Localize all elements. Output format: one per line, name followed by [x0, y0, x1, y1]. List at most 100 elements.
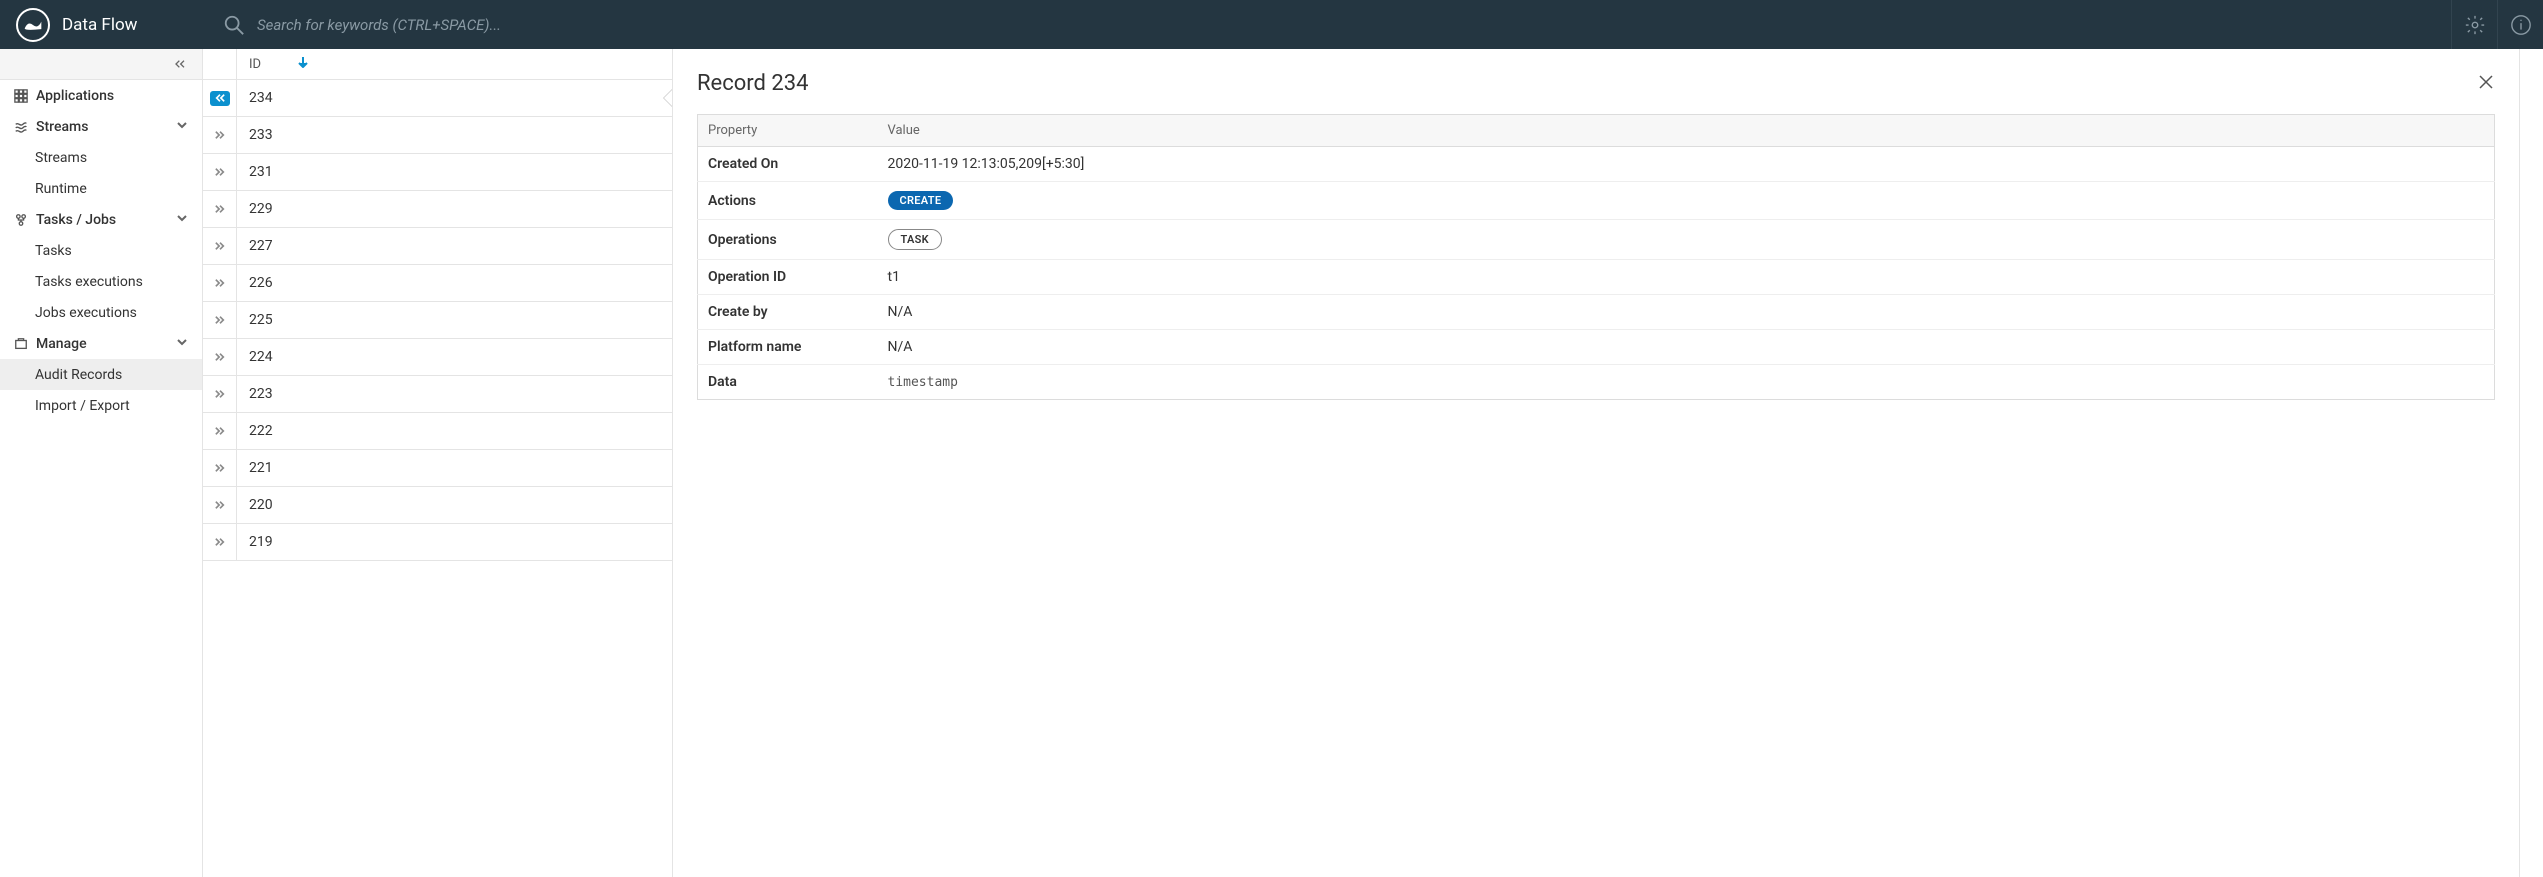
record-row[interactable]: 220 [203, 487, 672, 524]
sidebar-group-tasks-jobs[interactable]: Tasks / Jobs [0, 204, 202, 235]
prop-data-label: Data [698, 365, 878, 400]
app-header: Data Flow [0, 0, 2543, 49]
chevrons-right-icon [210, 128, 230, 143]
records-list: ID 234 233 231 229 227 226 225 224 223222 221 220 2… [203, 49, 673, 877]
sidebar-group-label: Streams [36, 119, 88, 135]
record-row[interactable]: 227 [203, 228, 672, 265]
sidebar-item-import-export[interactable]: Import / Export [0, 390, 202, 421]
record-row[interactable]: 234 [203, 80, 672, 117]
row-id: 234 [237, 90, 273, 106]
record-row[interactable]: 223 [203, 376, 672, 413]
row-id: 227 [237, 238, 273, 254]
stream-icon [14, 120, 28, 134]
row-id: 219 [237, 534, 273, 550]
close-icon [2477, 73, 2495, 91]
row-id: 220 [237, 497, 273, 513]
row-expander[interactable] [203, 487, 237, 523]
prop-platform-name-value: N/A [878, 330, 2495, 365]
tasks-icon [14, 213, 28, 227]
row-expander[interactable] [203, 265, 237, 301]
info-button[interactable] [2497, 0, 2543, 49]
sidebar-group-label: Manage [36, 336, 87, 352]
prop-create-by-value: N/A [878, 295, 2495, 330]
sort-desc-icon [297, 56, 309, 72]
detail-close-button[interactable] [2477, 73, 2495, 95]
record-row[interactable]: 226 [203, 265, 672, 302]
row-expander[interactable] [203, 117, 237, 153]
prop-actions-label: Actions [698, 182, 878, 220]
row-expander[interactable] [203, 339, 237, 375]
chevrons-right-icon [210, 535, 230, 550]
chevrons-right-icon [210, 239, 230, 254]
search-input[interactable] [257, 16, 1817, 34]
record-row[interactable]: 221 [203, 450, 672, 487]
row-expander[interactable] [203, 376, 237, 412]
th-value: Value [878, 115, 2495, 147]
right-gutter [2519, 49, 2543, 877]
settings-button[interactable] [2451, 0, 2497, 49]
column-id-label: ID [249, 57, 261, 72]
record-row[interactable]: 229 [203, 191, 672, 228]
sidebar-item-audit-records[interactable]: Audit Records [0, 359, 202, 390]
record-row[interactable]: 233 [203, 117, 672, 154]
row-expander[interactable] [203, 154, 237, 190]
brand: Data Flow [0, 0, 203, 49]
chevrons-right-icon [210, 165, 230, 180]
row-expander[interactable] [203, 191, 237, 227]
row-expander[interactable] [203, 524, 237, 560]
record-row[interactable]: 224 [203, 339, 672, 376]
record-row[interactable]: 225 [203, 302, 672, 339]
sidebar-item-jobs-executions[interactable]: Jobs executions [0, 297, 202, 328]
chevrons-right-icon [210, 424, 230, 439]
chevrons-right-icon [210, 276, 230, 291]
chevrons-right-icon [210, 350, 230, 365]
sidebar-collapse-button[interactable] [0, 49, 202, 80]
record-row[interactable]: 222 [203, 413, 672, 450]
sidebar-item-runtime[interactable]: Runtime [0, 173, 202, 204]
header-actions [2451, 0, 2543, 49]
brand-title: Data Flow [62, 15, 137, 35]
record-detail-panel: Record 234 Property Value Created On 202… [673, 49, 2519, 877]
sidebar-item-tasks-executions[interactable]: Tasks executions [0, 266, 202, 297]
record-row[interactable]: 231 [203, 154, 672, 191]
row-expander[interactable] [203, 80, 237, 116]
th-property: Property [698, 115, 878, 147]
prop-create-by-label: Create by [698, 295, 878, 330]
prop-data-value: timestamp [878, 365, 2495, 400]
column-id-header[interactable]: ID [237, 56, 309, 72]
sidebar-item-tasks[interactable]: Tasks [0, 235, 202, 266]
detail-title: Record 234 [697, 71, 809, 96]
list-header: ID [203, 49, 672, 80]
chevron-down-icon [176, 212, 188, 228]
sidebar-item-streams[interactable]: Streams [0, 142, 202, 173]
row-id: 225 [237, 312, 273, 328]
chevrons-left-icon [172, 56, 188, 72]
row-id: 221 [237, 460, 273, 476]
chevron-down-icon [176, 119, 188, 135]
sidebar-group-streams[interactable]: Streams [0, 111, 202, 142]
row-id: 226 [237, 275, 273, 291]
list-header-spacer [203, 49, 237, 79]
sidebar-group-label: Applications [36, 88, 114, 104]
info-icon [2510, 14, 2532, 36]
operations-badge: TASK [888, 229, 942, 250]
chevrons-right-icon [210, 387, 230, 402]
row-id: 224 [237, 349, 273, 365]
chevrons-left-icon [210, 91, 230, 106]
row-expander[interactable] [203, 302, 237, 338]
row-expander[interactable] [203, 450, 237, 486]
row-expander[interactable] [203, 228, 237, 264]
sidebar-group-label: Tasks / Jobs [36, 212, 116, 228]
row-id: 231 [237, 164, 273, 180]
property-table: Property Value Created On 2020-11-19 12:… [697, 114, 2495, 400]
global-search [203, 0, 2451, 49]
sidebar-group-manage[interactable]: Manage [0, 328, 202, 359]
gear-icon [2464, 14, 2486, 36]
row-id: 229 [237, 201, 273, 217]
prop-created-on-label: Created On [698, 147, 878, 182]
record-row[interactable]: 219 [203, 524, 672, 561]
sidebar-group-applications[interactable]: Applications [0, 80, 202, 111]
row-expander[interactable] [203, 413, 237, 449]
prop-operation-id-label: Operation ID [698, 260, 878, 295]
row-id: 233 [237, 127, 273, 143]
